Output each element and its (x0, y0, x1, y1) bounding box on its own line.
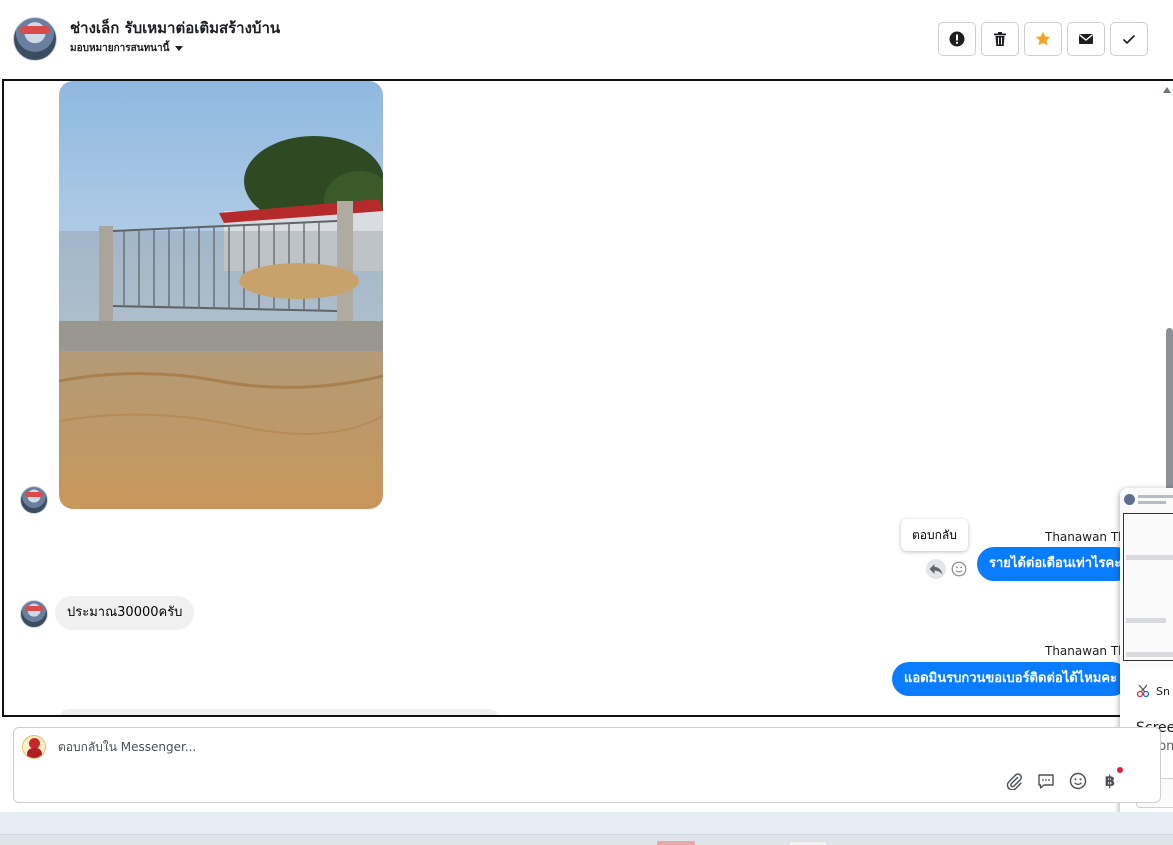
mark-done-button[interactable] (1110, 22, 1148, 56)
snipping-tool-icon (1136, 684, 1150, 698)
react-button[interactable] (949, 559, 969, 579)
user-avatar (22, 735, 46, 759)
assign-conversation-label: มอบหมายการสนทนานี้ (70, 43, 170, 54)
report-button[interactable] (938, 22, 976, 56)
bottom-strip (0, 812, 1173, 834)
caret-down-icon (175, 46, 184, 51)
page-title[interactable]: ช่างเล็ก รับเหมาต่อเติมสร้างบ้าน (70, 16, 280, 40)
sender-avatar[interactable] (20, 600, 48, 628)
page-avatar[interactable] (13, 17, 57, 61)
checkmark-icon (1122, 34, 1136, 45)
conversation-header: ช่างเล็ก รับเหมาต่อเติมสร้างบ้าน มอบหมาย… (0, 0, 1173, 78)
mark-unread-button[interactable] (1067, 22, 1105, 56)
attach-button[interactable] (1004, 771, 1024, 791)
reply-composer: ฿ (13, 727, 1161, 803)
thumbnail-line (1138, 501, 1166, 504)
message-image[interactable] (59, 81, 383, 509)
delete-button[interactable] (981, 22, 1019, 56)
smiley-icon (951, 561, 967, 577)
paperclip-icon (1006, 773, 1022, 790)
widget-app-row: Sn (1136, 684, 1170, 698)
envelope-icon (1079, 34, 1093, 44)
reply-arrow-icon (929, 564, 943, 575)
taskbar-app-indicator[interactable] (657, 841, 695, 845)
reply-input[interactable] (58, 740, 958, 754)
assign-conversation-dropdown[interactable]: มอบหมายการสนทนานี้ (70, 41, 184, 56)
thumbnail-line (1126, 652, 1173, 657)
emoji-icon (1069, 772, 1087, 790)
trash-icon (994, 32, 1006, 46)
message-bubble-incoming-partial (59, 709, 499, 715)
message-actions (926, 559, 969, 579)
thumbnail-line (1126, 555, 1173, 560)
house-gate-photo (59, 81, 383, 509)
scrollbar-thumb[interactable] (1166, 328, 1173, 498)
composer-tools: ฿ (1004, 767, 1123, 791)
reply-button[interactable] (926, 559, 946, 579)
thumbnail-frame (1123, 513, 1173, 661)
emoji-button[interactable] (1068, 771, 1088, 791)
widget-app-label: Sn (1156, 684, 1170, 698)
thumbnail-avatar (1124, 494, 1135, 505)
message-bubble-incoming[interactable]: ประมาณ30000ครับ (55, 596, 195, 630)
scroll-up-arrow-icon[interactable] (1163, 87, 1171, 93)
baht-icon: ฿ (1104, 772, 1116, 790)
alert-circle-icon (949, 31, 965, 47)
sender-avatar[interactable] (20, 486, 48, 514)
star-icon (1035, 31, 1051, 46)
payment-button[interactable]: ฿ (1100, 767, 1123, 791)
thumbnail-line (1138, 495, 1173, 498)
message-bubble-outgoing[interactable]: แอดมินรบกวนขอเบอร์ติดต่อได้ไหมคะ (892, 662, 1130, 696)
star-button[interactable] (1024, 22, 1062, 56)
saved-reply-icon (1038, 774, 1054, 789)
saved-reply-button[interactable] (1036, 771, 1056, 791)
header-actions (938, 22, 1148, 56)
message-thread[interactable]: Thanawan Tho รายได้ต่อเดือนเท่าไรคะ ตอบก… (2, 79, 1173, 717)
inbox-window: ช่างเล็ก รับเหมาต่อเติมสร้างบ้าน มอบหมาย… (0, 0, 1173, 845)
notification-dot (1117, 767, 1123, 773)
screenshot-thumbnail[interactable] (1120, 488, 1173, 668)
thumbnail-line (1126, 618, 1166, 623)
taskbar (0, 834, 1173, 845)
message-bubble-outgoing[interactable]: รายได้ต่อเดือนเท่าไรคะ (977, 547, 1134, 581)
reply-tooltip: ตอบกลับ (901, 519, 968, 551)
